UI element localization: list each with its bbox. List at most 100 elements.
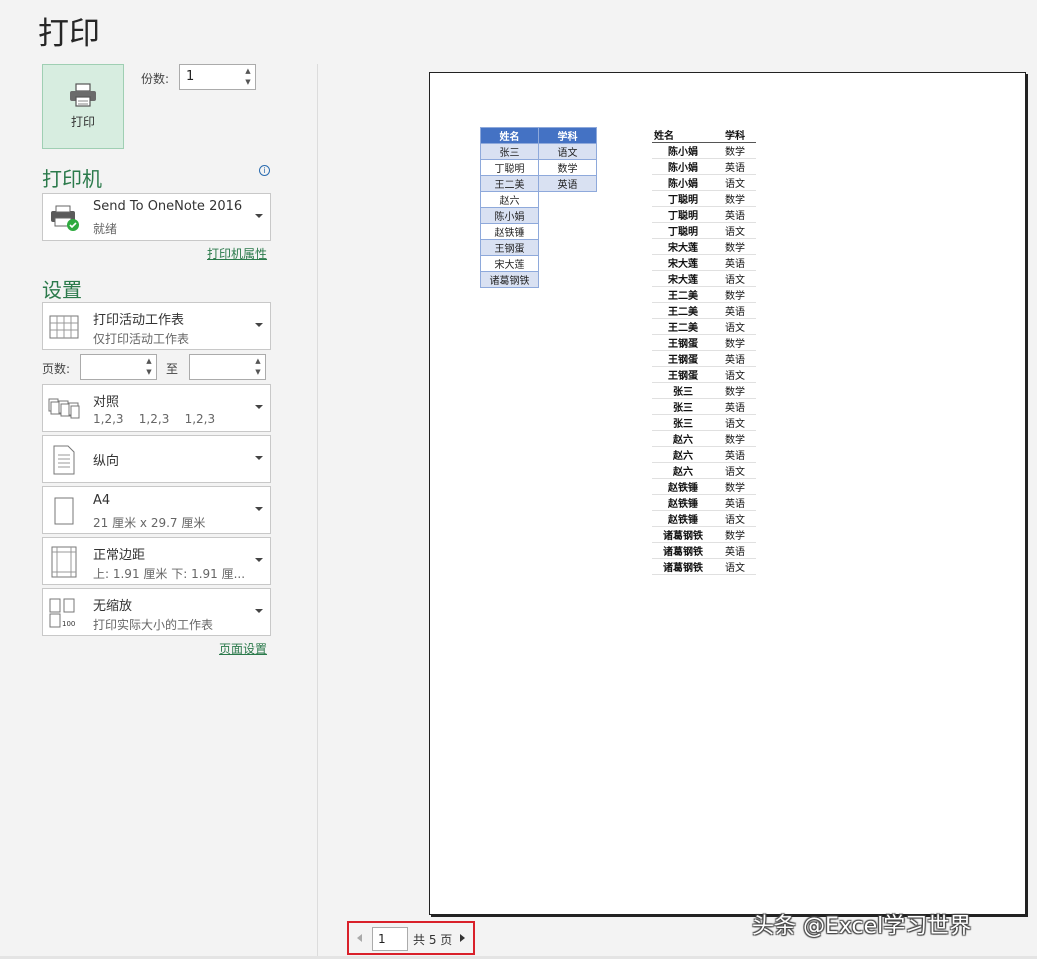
table-cell-name: 王钢蛋: [652, 334, 714, 352]
pages-from-input[interactable]: ▲ ▼: [80, 354, 157, 380]
table-cell-name: 赵六: [652, 462, 714, 480]
pages-to-input[interactable]: ▲ ▼: [189, 354, 266, 380]
preview-table-result: 姓名 学科 陈小娟 数学 陈小娟 英语 陈小娟 语文 丁聪明 数学 丁聪明 英语 丁聪明 语文 宋大莲 数学宋…: [652, 127, 756, 576]
table-cell-subject: 数学: [714, 526, 756, 544]
margins-icon: [48, 546, 80, 578]
table-cell-name: 王二美: [652, 302, 714, 320]
table-cell-subject: 数学: [714, 430, 756, 448]
table-row: 王二美 英语: [480, 175, 597, 192]
table-cell-empty: [539, 192, 597, 208]
paper-size-select[interactable]: A4 21 厘米 x 29.7 厘米: [42, 486, 271, 534]
table-row: 王二美 英语: [652, 302, 756, 320]
table-cell-name: 陈小娟: [652, 158, 714, 176]
table-row: 丁聪明 数学: [652, 190, 756, 208]
table-cell-subject: 语文: [714, 414, 756, 432]
table-cell-name: 诸葛钢铁: [652, 526, 714, 544]
table-row: 宋大莲 数学: [652, 238, 756, 256]
table-cell-name: 张三: [652, 414, 714, 432]
print-button[interactable]: 打印: [42, 64, 124, 149]
table-cell-name: 陈小娟: [480, 207, 539, 224]
table-row: 王二美 语文: [652, 318, 756, 336]
next-page-icon[interactable]: [460, 934, 465, 942]
chevron-down-icon: [255, 323, 263, 327]
copies-label: 份数:: [141, 72, 170, 86]
panel-divider: [317, 64, 318, 959]
printer-select[interactable]: Send To OneNote 2016 就绪: [42, 193, 271, 241]
orientation-select[interactable]: 纵向: [42, 435, 271, 483]
table-cell-name: 宋大莲: [480, 255, 539, 272]
portrait-icon: [48, 444, 80, 476]
table-row: 宋大莲: [480, 255, 597, 272]
table-cell-name: 张三: [652, 382, 714, 400]
print-what-title: 打印活动工作表: [93, 313, 185, 328]
printer-properties-link[interactable]: 打印机属性: [207, 245, 267, 262]
chevron-down-icon: [255, 609, 263, 613]
table-row: 赵铁锤: [480, 223, 597, 240]
table-row: 丁聪明 语文: [652, 222, 756, 240]
table-cell-empty: [539, 272, 597, 288]
table-cell-name: 宋大莲: [652, 270, 714, 288]
paper-size-title: A4: [93, 493, 111, 508]
table-row: 王钢蛋 数学: [652, 334, 756, 352]
table-row: 诸葛钢铁 英语: [652, 542, 756, 560]
previous-page-icon[interactable]: [357, 934, 362, 942]
table-cell-empty: [539, 208, 597, 224]
table-cell-name: 诸葛钢铁: [652, 558, 714, 576]
decrement-icon[interactable]: ▼: [146, 368, 151, 377]
increment-icon[interactable]: ▲: [146, 357, 151, 366]
table-cell-subject: 语文: [714, 222, 756, 240]
increment-icon[interactable]: ▲: [245, 67, 250, 76]
info-icon[interactable]: i: [259, 165, 270, 176]
margins-select[interactable]: 正常边距 上: 1.91 厘米 下: 1.91 厘...: [42, 537, 271, 585]
table-cell-name: 张三: [652, 398, 714, 416]
table-row: 赵六: [480, 191, 597, 208]
table-header-cell: 姓名: [480, 127, 539, 144]
table-cell-subject: 英语: [714, 350, 756, 368]
page-setup-link[interactable]: 页面设置: [219, 640, 267, 657]
table-row: 陈小娟 语文: [652, 174, 756, 192]
total-pages-label: 共 5 页: [413, 933, 453, 947]
table-cell-name: 丁聪明: [652, 222, 714, 240]
chevron-down-icon: [255, 507, 263, 511]
table-cell-subject: 数学: [714, 334, 756, 352]
table-row: 陈小娟 数学: [652, 142, 756, 160]
table-cell-name: 陈小娟: [652, 142, 714, 160]
print-what-select[interactable]: 打印活动工作表 仅打印活动工作表: [42, 302, 271, 350]
table-header-cell: 姓名: [652, 127, 714, 144]
table-cell-subject: 语文: [538, 143, 597, 160]
table-cell-subject: 英语: [714, 398, 756, 416]
print-what-desc: 仅打印活动工作表: [93, 332, 190, 346]
scaling-title: 无缩放: [93, 599, 133, 614]
collate-select[interactable]: 对照 1,2,3 1,2,3 1,2,3: [42, 384, 271, 432]
collate-desc: 1,2,3 1,2,3 1,2,3: [93, 412, 216, 426]
page-navigator: 1 共 5 页: [347, 921, 475, 955]
table-cell-subject: 语文: [714, 510, 756, 528]
decrement-icon[interactable]: ▼: [245, 78, 250, 87]
table-cell-name: 王二美: [480, 175, 539, 192]
table-cell-name: 赵铁锤: [652, 494, 714, 512]
chevron-down-icon: [255, 558, 263, 562]
print-button-label: 打印: [70, 115, 95, 129]
scaling-select[interactable]: 100 无缩放 打印实际大小的工作表: [42, 588, 271, 636]
table-cell-subject: 英语: [714, 494, 756, 512]
table-cell-name: 赵铁锤: [652, 478, 714, 496]
table-row: 陈小娟: [480, 207, 597, 224]
table-cell-name: 宋大莲: [652, 254, 714, 272]
table-row: 赵铁锤 语文: [652, 510, 756, 528]
pages-to-label: 至: [166, 362, 179, 376]
copies-stepper[interactable]: 1 ▲ ▼: [179, 64, 256, 90]
table-cell-empty: [539, 224, 597, 240]
increment-icon[interactable]: ▲: [255, 357, 260, 366]
table-row: 丁聪明 数学: [480, 159, 597, 176]
orientation-title: 纵向: [93, 454, 120, 469]
table-cell-subject: 语文: [714, 462, 756, 480]
printer-status: 就绪: [93, 222, 118, 236]
table-row: 王二美 数学: [652, 286, 756, 304]
table-cell-name: 丁聪明: [480, 159, 539, 176]
table-cell-subject: 语文: [714, 174, 756, 192]
printer-name: Send To OneNote 2016: [93, 199, 243, 214]
current-page-input[interactable]: 1: [372, 927, 408, 951]
table-cell-name: 赵六: [480, 191, 539, 208]
decrement-icon[interactable]: ▼: [255, 368, 260, 377]
table-header-cell: 学科: [714, 127, 756, 144]
